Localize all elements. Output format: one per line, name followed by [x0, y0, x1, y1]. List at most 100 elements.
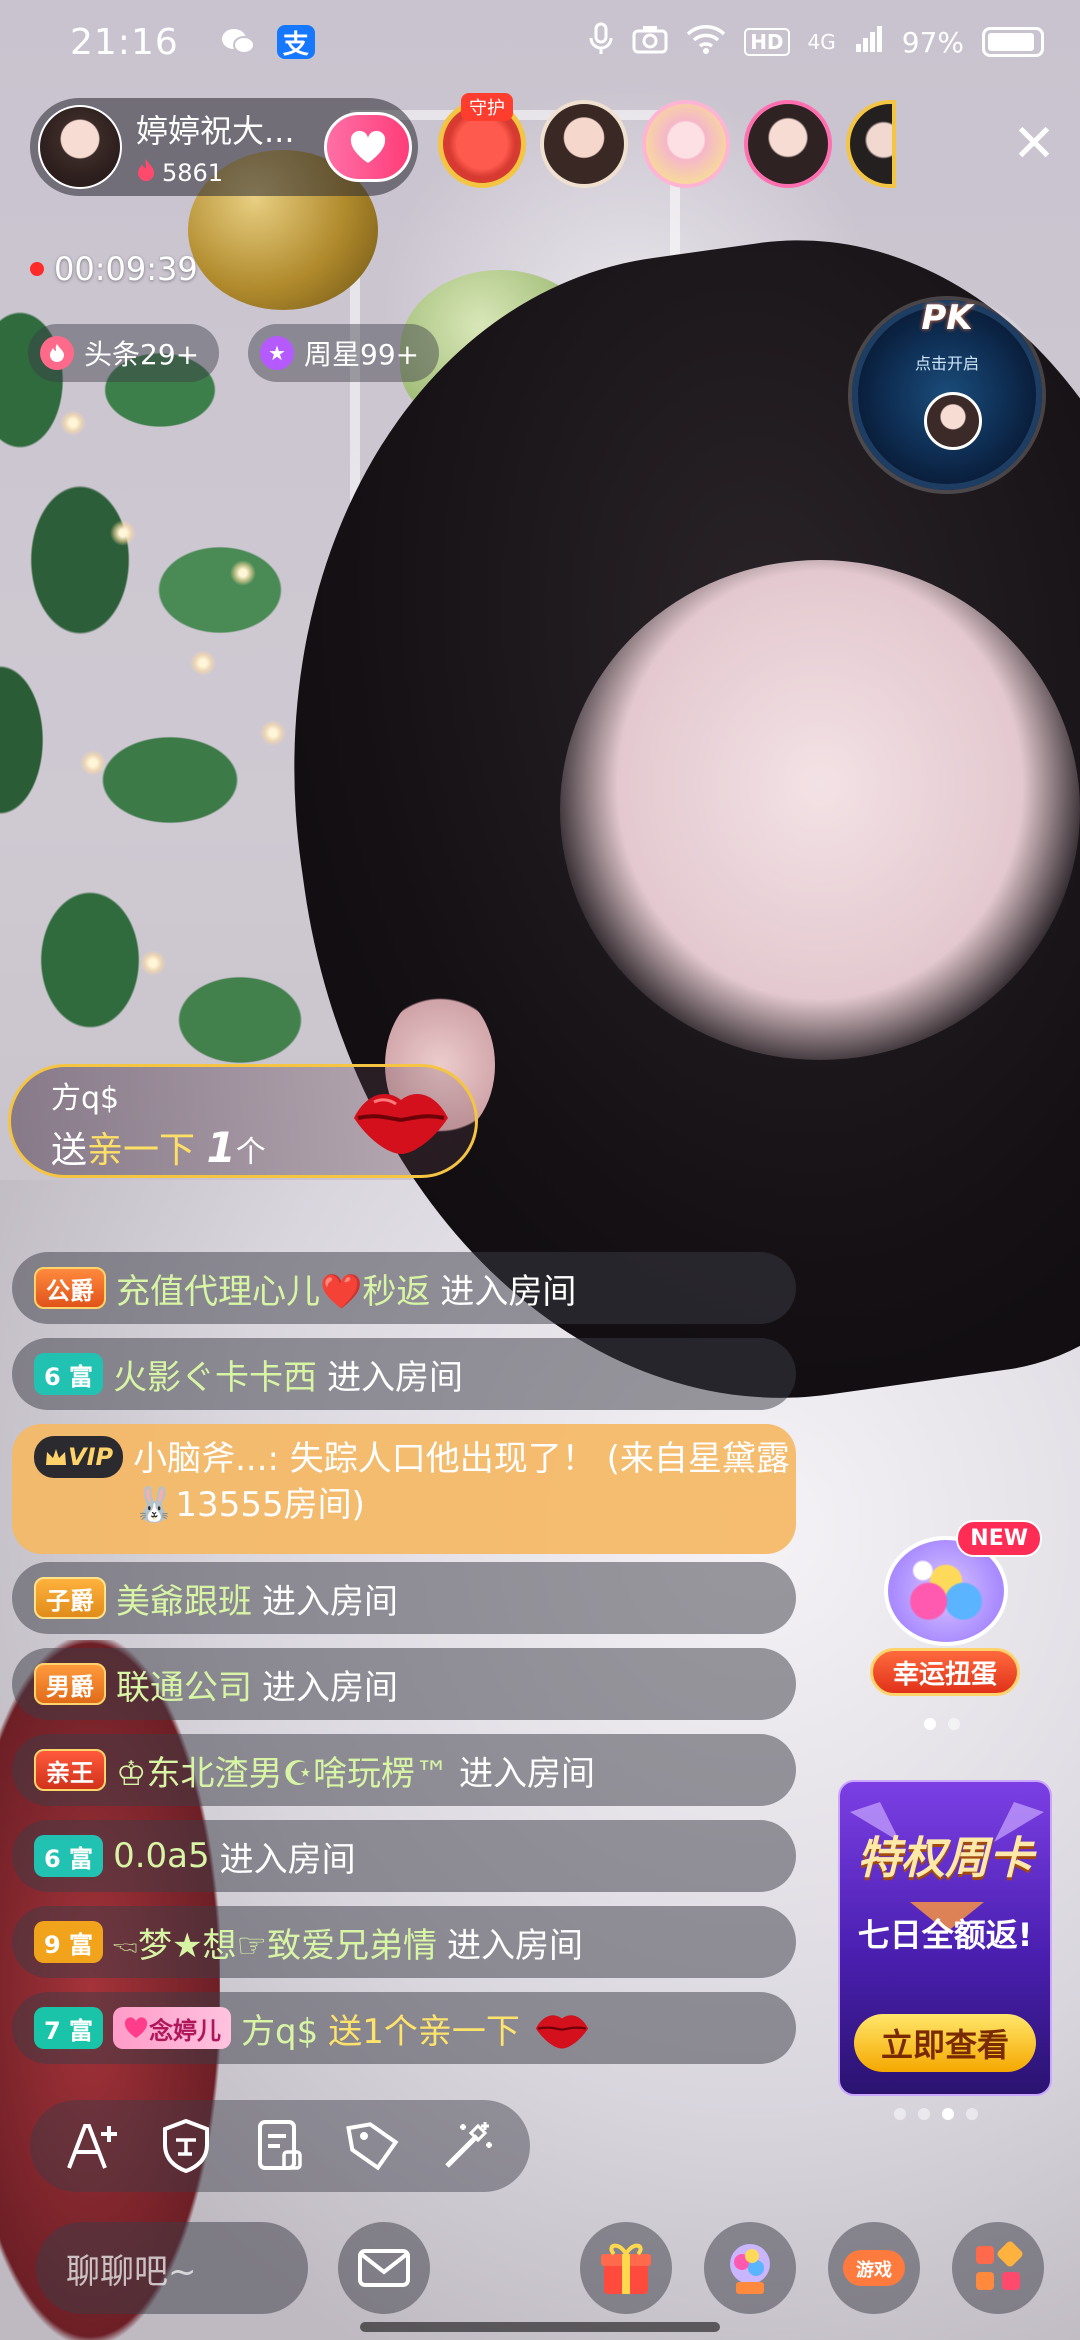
pager-dot [894, 2108, 906, 2120]
guard-seat-avatar[interactable]: 守护 [438, 93, 526, 188]
status-system-icons: HD 4G 97% [588, 22, 1044, 63]
tool-bar [30, 2100, 530, 2192]
streamer-face [560, 560, 1080, 1060]
viewer-avatar[interactable] [642, 100, 730, 188]
star-icon: ★ [260, 336, 294, 370]
chat-message[interactable]: 6 富 0.0a5 进入房间 [12, 1820, 796, 1892]
fairy-light [140, 950, 166, 976]
fan-club-badge: 念婷儿 [113, 2007, 232, 2049]
gift-box-icon [601, 2243, 651, 2294]
chat-username[interactable]: 方q$ [241, 2004, 318, 2053]
magic-wand-icon[interactable] [438, 2117, 496, 2175]
pk-anchor-avatar [924, 392, 982, 450]
vip-message-text: 小脑斧...: 失踪人口他出现了！ (来自星黛露🐰13555房间) [133, 1439, 790, 1525]
chat-action: 进入房间 [458, 1753, 595, 1794]
close-icon[interactable]: ✕ [1010, 114, 1058, 174]
noble-badge-duke: 公爵 [34, 1267, 106, 1309]
chat-message[interactable]: 6 富 火影ぐ卡卡西 进入房间 [12, 1338, 796, 1410]
pk-hint: 点击开启 [914, 354, 979, 373]
chat-action: 进入房间 [262, 1667, 398, 1708]
chat-message-vip[interactable]: VIP 小脑斧...: 失踪人口他出现了！ (来自星黛露🐰13555房间) [12, 1424, 796, 1554]
chat-username[interactable]: 联通公司 [116, 1660, 252, 1709]
guard-shield-icon[interactable] [157, 2117, 215, 2175]
more-apps-button[interactable] [952, 2222, 1044, 2314]
weekly-star-tag[interactable]: ★ 周星99+ [248, 324, 440, 382]
font-size-icon[interactable] [64, 2117, 122, 2175]
kiss-lips-icon [535, 2015, 589, 2049]
chat-message[interactable]: 亲王 ♔东北渣男☪啥玩楞™ 进入房间 [12, 1734, 796, 1806]
headline-rank-tag[interactable]: 头条29+ [28, 324, 220, 382]
heat-count: 5861 [162, 159, 224, 187]
tag-icon[interactable] [345, 2117, 403, 2175]
chat-action: 进入房间 [440, 1271, 577, 1312]
chat-username[interactable]: 充值代理心儿❤️秒返 [116, 1264, 430, 1313]
chat-action: 进入房间 [446, 1925, 583, 1966]
kiss-lips-icon [354, 1094, 448, 1154]
pk-title: PK [921, 298, 973, 338]
house-plant [0, 260, 320, 1160]
fire-icon [136, 158, 156, 188]
wealth-level-badge: 7 富 [34, 2007, 104, 2049]
task-list-icon[interactable] [251, 2117, 309, 2175]
chat-username[interactable]: 火影ぐ卡卡西 [113, 1350, 317, 1399]
fairy-light [60, 410, 86, 436]
camera-icon [632, 24, 668, 61]
chat-message[interactable]: 公爵 充值代理心儿❤️秒返 进入房间 [12, 1252, 796, 1324]
chat-username[interactable]: 0.0a5 [113, 1836, 210, 1876]
wealth-level-badge: 6 富 [34, 1835, 104, 1877]
anchor-text: 婷婷祝大... 5861 [136, 106, 295, 188]
gift-unit: 个 [235, 1135, 266, 1170]
viewer-avatar[interactable] [744, 100, 832, 188]
network-type: 4G [807, 30, 836, 54]
chat-message[interactable]: 男爵 联通公司 进入房间 [12, 1648, 796, 1720]
signal-icon [854, 24, 884, 61]
chat-input[interactable]: 聊聊吧~ [36, 2222, 308, 2314]
view-now-button[interactable]: 立即查看 [854, 2014, 1036, 2072]
weekly-star-label: 周星99+ [304, 338, 420, 371]
chat-action: 进入房间 [219, 1839, 356, 1880]
anchor-name: 婷婷祝大... [136, 112, 295, 150]
chat-username[interactable]: ♔东北渣男☪啥玩楞™ [116, 1746, 449, 1795]
status-time: 21:16 [70, 21, 179, 63]
game-icon: 游戏 [843, 2250, 905, 2286]
chat-message[interactable]: 9 富 🖘梦★想☞致爱兄弟情 进入房间 [12, 1906, 796, 1978]
gacha-pager-dots [924, 1718, 960, 1730]
fan-club-label: 念婷儿 [149, 2016, 222, 2045]
privilege-week-card[interactable]: 特权周卡 七日全额返! 立即查看 [838, 1780, 1052, 2096]
gacha-button[interactable] [704, 2222, 796, 2314]
chat-username[interactable]: 美爺跟班 [116, 1574, 252, 1623]
follow-button[interactable] [324, 112, 412, 182]
gacha-label: 幸运扭蛋 [870, 1648, 1020, 1696]
gift-verb: 送 [51, 1130, 88, 1171]
home-indicator[interactable] [360, 2322, 720, 2332]
fairy-light [80, 750, 106, 776]
pk-widget[interactable]: PK 点击开启 [852, 298, 1042, 490]
chat-message-gift[interactable]: 7 富 念婷儿 方q$ 送1个亲一下 [12, 1992, 796, 2064]
microphone-icon [588, 22, 614, 63]
wechat-icon [219, 25, 257, 59]
apps-grid-icon [976, 2241, 1023, 2290]
chat-action: 进入房间 [327, 1357, 464, 1398]
game-button[interactable]: 游戏 [828, 2222, 920, 2314]
week-card-subtitle: 七日全额返! [857, 1916, 1033, 1954]
banner-pager-dots [894, 2108, 978, 2120]
alipay-icon: 支 [276, 25, 315, 60]
gift-button[interactable] [580, 2222, 672, 2314]
gacha-ball-icon [730, 2244, 770, 2294]
pager-dot [918, 2108, 930, 2120]
anchor-avatar[interactable] [38, 105, 122, 189]
pager-dot [942, 2108, 954, 2120]
chat-username[interactable]: 🖘梦★想☞致爱兄弟情 [113, 1918, 437, 1967]
noble-badge-baron: 男爵 [34, 1663, 106, 1705]
message-button[interactable] [338, 2222, 430, 2314]
lucky-gacha-widget[interactable]: NEW 幸运扭蛋 [870, 1520, 1042, 1700]
svg-text:游戏: 游戏 [856, 2259, 892, 2281]
chat-message[interactable]: 子爵 美爺跟班 进入房间 [12, 1562, 796, 1634]
viewer-avatar[interactable] [846, 100, 896, 188]
pager-dot [924, 1718, 936, 1730]
wifi-icon [686, 24, 726, 61]
anchor-info[interactable]: 婷婷祝大... 5861 [30, 98, 418, 196]
viewer-avatar[interactable] [540, 100, 628, 188]
wealth-level-badge: 9 富 [34, 1921, 104, 1963]
flame-icon [40, 336, 74, 370]
